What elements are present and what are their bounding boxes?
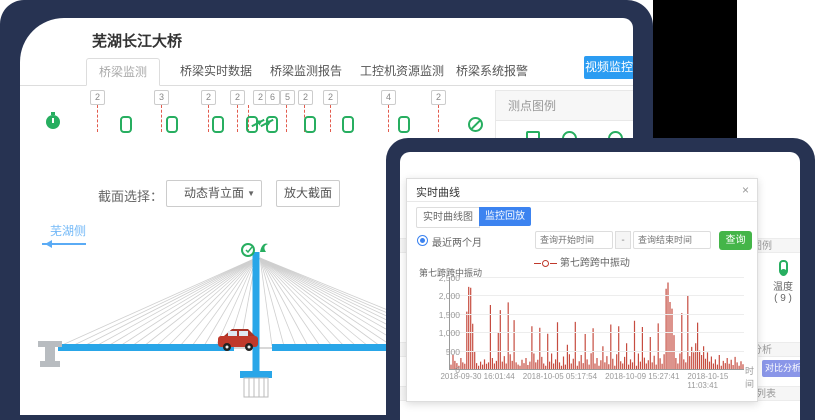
x-tick-label: 2018-09-30 16:01:44 xyxy=(440,372,514,381)
stopwatch-icon xyxy=(46,115,60,129)
pier-cap xyxy=(240,371,272,378)
legend-line xyxy=(534,263,541,264)
tab-realtime-curve[interactable]: 实时曲线图 xyxy=(416,207,480,228)
sensor-count-badge: 4 xyxy=(381,90,396,105)
query-start-time-input[interactable] xyxy=(535,231,613,249)
page-title: 芜湖长江大桥 xyxy=(92,30,182,51)
disabled-sensor-icon xyxy=(468,117,483,132)
desktop-black-region xyxy=(653,0,737,140)
temperature-sensor-item[interactable]: 温度 ( 9 ) xyxy=(766,260,800,304)
measure-line xyxy=(330,105,331,132)
enlarge-section-button[interactable]: 放大截面 xyxy=(276,180,340,207)
tab-monitoring-report[interactable]: 桥梁监测报告 xyxy=(258,58,354,84)
compare-analysis-button[interactable]: 对比分析 xyxy=(762,360,800,377)
section-selected-value: 动态背立面 xyxy=(184,186,244,200)
legend-line xyxy=(550,263,557,264)
link-sensor-icon[interactable] xyxy=(342,116,354,133)
modal-header: 实时曲线 × xyxy=(407,179,757,202)
x-axis-unit: 时间 xyxy=(745,364,757,390)
sensor-count-badge: 3 xyxy=(154,90,169,105)
chevron-down-icon: ▼ xyxy=(247,181,255,206)
screenshot-root: 芜湖长江大桥 桥梁监测 桥梁实时数据 桥梁监测报告 工控机资源监测 桥梁系统报警… xyxy=(0,0,815,420)
y-tick-label: 2,500 xyxy=(420,273,460,283)
x-tick-label: 2018-10-05 05:17:54 xyxy=(523,372,597,381)
close-icon[interactable]: × xyxy=(742,183,749,197)
radio-label: 最近两个月 xyxy=(432,234,482,249)
sensor-count-badge: 6 xyxy=(265,90,280,105)
sensor-count-badge: 2 xyxy=(298,90,313,105)
wind-sensor-icon xyxy=(242,244,254,256)
link-sensor-icon[interactable] xyxy=(120,116,132,133)
sensor-count-badge: 2 xyxy=(431,90,446,105)
measure-line xyxy=(237,105,238,132)
modal-title: 实时曲线 xyxy=(416,184,460,200)
measure-line xyxy=(161,105,162,132)
vibration-series xyxy=(450,277,744,369)
y-tick-label: 500 xyxy=(420,347,460,357)
link-sensor-icon[interactable] xyxy=(166,116,178,133)
main-tabbar: 桥梁监测 桥梁实时数据 桥梁监测报告 工控机资源监测 桥梁系统报警 xyxy=(20,54,633,86)
realtime-curve-modal: 实时曲线 × 实时曲线图 监控回放 最近两个月 - 查询 第七跨跨中振动 第七跨… xyxy=(406,178,758,402)
bridge-tower xyxy=(253,252,260,378)
tab-realtime-data[interactable]: 桥梁实时数据 xyxy=(168,58,264,84)
date-range-separator: - xyxy=(615,231,631,249)
query-end-time-input[interactable] xyxy=(633,231,711,249)
y-tick-label: 2,000 xyxy=(420,291,460,301)
measure-line xyxy=(438,105,439,132)
y-tick-label: 1,500 xyxy=(420,310,460,320)
radio-last-two-months[interactable] xyxy=(417,235,428,246)
legend-panel-title: 测点图例 xyxy=(496,91,633,121)
tab-playback[interactable]: 监控回放 xyxy=(479,207,531,226)
temperature-count: ( 9 ) xyxy=(774,293,792,304)
sensor-count-badge: 2 xyxy=(201,90,216,105)
video-monitor-button[interactable]: 视频监控 xyxy=(584,56,633,79)
legend-label: 第七跨跨中振动 xyxy=(560,258,630,269)
tab-ipc-resource[interactable]: 工控机资源监测 xyxy=(348,58,456,84)
pier-foundation xyxy=(244,378,268,397)
tab-bridge-monitoring[interactable]: 桥梁监测 xyxy=(86,58,160,86)
section-select-label: 截面选择： xyxy=(98,186,163,205)
measure-line xyxy=(208,105,209,132)
thermometer-icon xyxy=(779,260,788,275)
y-tick-label: 1,000 xyxy=(420,328,460,338)
vibration-chart-plot xyxy=(449,277,744,370)
bridge-side-label: 芜湖侧 xyxy=(50,222,86,239)
anemometer-icon xyxy=(260,244,268,252)
left-abutment xyxy=(38,341,62,367)
measure-line xyxy=(388,105,389,132)
bridge-deck-left xyxy=(58,344,234,351)
temperature-label: 温度 xyxy=(773,282,793,293)
popup-page-window: 测点图例 温度 ( 9 ) 对比分析 对比分析 测点列表 实时曲线 × 实时曲线… xyxy=(400,152,800,420)
link-sensor-icon[interactable] xyxy=(398,116,410,133)
link-sensor-icon[interactable] xyxy=(304,116,316,133)
sensor-count-badge: 2 xyxy=(323,90,338,105)
link-sensor-icon[interactable] xyxy=(212,116,224,133)
sensor-count-badge: 2 xyxy=(90,90,105,105)
sensor-count-badge: 2 xyxy=(230,90,245,105)
section-select-dropdown[interactable]: 动态背立面 ▼ xyxy=(166,180,262,207)
legend-marker-icon xyxy=(542,260,549,267)
measure-line xyxy=(97,105,98,132)
tab-system-alarm[interactable]: 桥梁系统报警 xyxy=(444,58,540,84)
query-button[interactable]: 查询 xyxy=(719,231,752,250)
x-tick-label: 2018-10-09 15:27:41 xyxy=(605,372,679,381)
sensor-count-badge: 5 xyxy=(280,90,295,105)
measure-line xyxy=(286,105,287,132)
